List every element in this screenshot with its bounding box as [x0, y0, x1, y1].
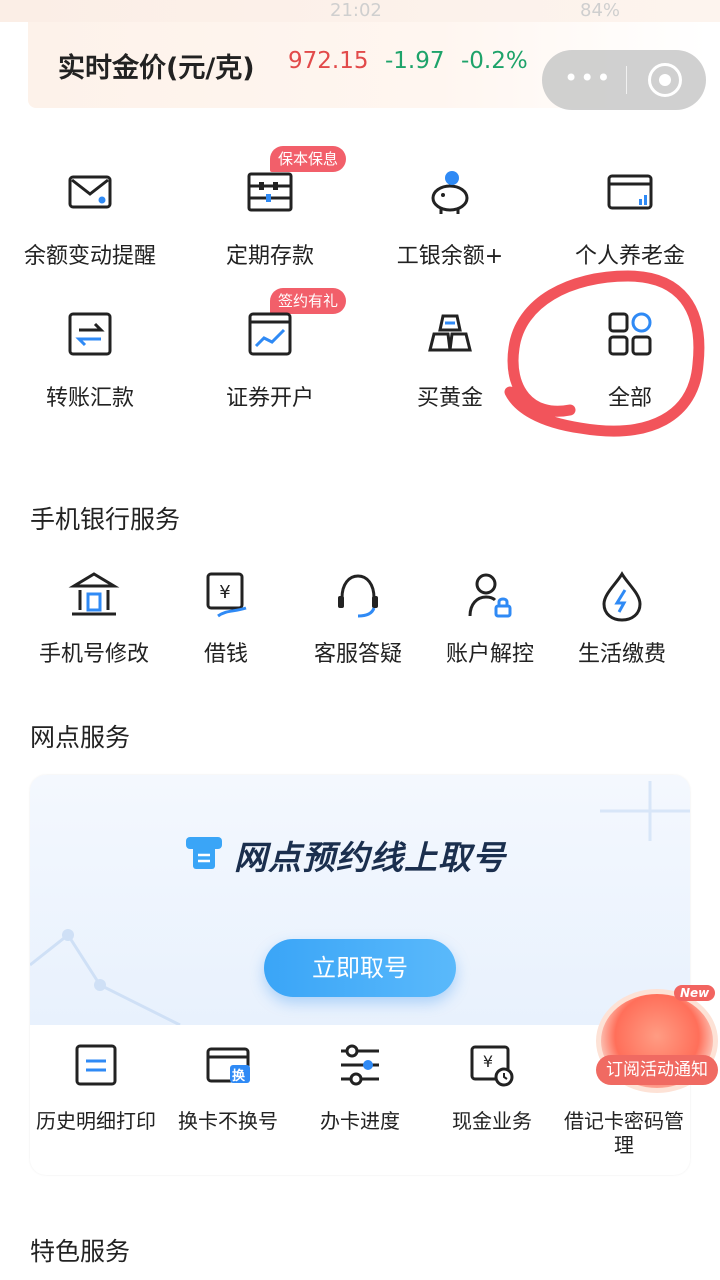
- bank-icon: [68, 572, 120, 616]
- branch-item-statement-print[interactable]: 历史明细打印: [30, 1043, 162, 1163]
- quick-action-label: 工银余额+: [396, 244, 504, 269]
- transfer-icon: [68, 312, 112, 356]
- branch-item-label: 办卡进度: [320, 1109, 400, 1133]
- quick-action-label: 定期存款: [225, 244, 314, 269]
- utility-drop-icon: [602, 571, 642, 622]
- abacus-icon: [247, 172, 293, 212]
- branch-item-cash-business[interactable]: ¥ 现金业务: [426, 1043, 558, 1163]
- service-label: 账户解控: [445, 642, 534, 667]
- close-target-icon[interactable]: [648, 63, 682, 97]
- branch-hero-title: 网点预约线上取号: [234, 838, 506, 877]
- headset-icon: [338, 574, 378, 618]
- take-number-button[interactable]: 立即取号: [264, 939, 456, 997]
- branch-item-card-progress[interactable]: 办卡进度: [294, 1043, 426, 1163]
- branch-item-label: 借记卡密码管理: [564, 1109, 684, 1157]
- branch-item-label: 换卡不换号: [178, 1109, 278, 1133]
- gold-price-title: 实时金价(元/克): [58, 53, 255, 84]
- quick-action-securities-account[interactable]: 签约有礼 证券开户: [180, 288, 360, 430]
- branch-item-label: 历史明细打印: [36, 1109, 156, 1133]
- service-customer-support[interactable]: 客服答疑: [292, 570, 424, 680]
- section-title-branch-services: 网点服务: [30, 723, 131, 752]
- envelope-icon: [68, 175, 112, 209]
- stock-chart-icon: [248, 312, 292, 356]
- service-label: 生活缴费: [577, 642, 666, 667]
- service-borrow[interactable]: ¥ 借钱: [160, 570, 292, 680]
- annotation-circle: [504, 270, 705, 437]
- service-label: 借钱: [203, 642, 248, 667]
- svg-text:¥: ¥: [219, 582, 230, 603]
- quick-action-label: 证券开户: [225, 386, 314, 411]
- quick-action-label: 转账汇款: [45, 386, 134, 411]
- gold-bars-icon: [428, 314, 472, 352]
- service-phone-change[interactable]: 手机号修改: [28, 570, 160, 680]
- branch-item-label: 现金业务: [452, 1109, 532, 1133]
- subscribe-activity-label: 订阅活动通知: [596, 1055, 718, 1085]
- gold-price-change: -1.97: [385, 48, 445, 74]
- decor-star: [600, 781, 690, 841]
- service-account-unlock[interactable]: 账户解控: [424, 570, 556, 680]
- gold-price-percent: -0.2%: [461, 48, 528, 74]
- quick-action-label: 个人养老金: [574, 244, 685, 269]
- more-icon[interactable]: •••: [564, 64, 612, 92]
- quick-action-transfer[interactable]: 转账汇款: [0, 310, 180, 430]
- decor-lines: [30, 929, 181, 1025]
- quick-action-balance-alert[interactable]: 余额变动提醒: [0, 168, 180, 288]
- print-icon: [75, 1044, 117, 1086]
- piggy-bank-icon: [431, 171, 469, 214]
- service-label: 客服答疑: [313, 642, 402, 667]
- service-utility-payment[interactable]: 生活缴费: [556, 570, 688, 680]
- section-title-featured: 特色服务: [30, 1237, 131, 1266]
- branch-item-card-swap[interactable]: 换 换卡不换号: [162, 1043, 294, 1163]
- card-swap-glyph: 换: [232, 1069, 246, 1084]
- quick-action-fixed-deposit[interactable]: 保本保息 定期存款: [180, 146, 360, 288]
- section-title-mobile-services: 手机银行服务: [30, 505, 181, 534]
- branch-hero-banner[interactable]: 网点预约线上取号 立即取号: [30, 775, 690, 1025]
- card-chart-icon: [607, 174, 653, 210]
- new-tag: New: [674, 985, 716, 1001]
- status-time: 21:02: [330, 0, 382, 21]
- ticket-machine-icon: [186, 837, 222, 869]
- quick-action-label: 余额变动提醒: [23, 244, 156, 269]
- capsule-divider: [626, 66, 627, 94]
- svg-text:¥: ¥: [483, 1052, 493, 1071]
- gold-price-value: 972.15: [288, 48, 369, 74]
- cash-icon: ¥: [470, 1045, 514, 1087]
- battery-level: 84%: [580, 0, 621, 21]
- subscribe-activity-widget[interactable]: New 订阅活动通知: [596, 985, 720, 1097]
- loan-icon: ¥: [206, 572, 247, 618]
- miniprogram-capsule: •••: [542, 50, 706, 110]
- progress-sliders-icon: [341, 1044, 379, 1086]
- status-bar: 21:02 84%: [0, 0, 720, 22]
- service-label: 手机号修改: [38, 642, 149, 667]
- branch-services-card: 网点预约线上取号 立即取号 历史明细打印 换 换卡不换号 办卡进度 ¥ 现金业务…: [30, 775, 690, 1175]
- user-lock-icon: [468, 573, 512, 618]
